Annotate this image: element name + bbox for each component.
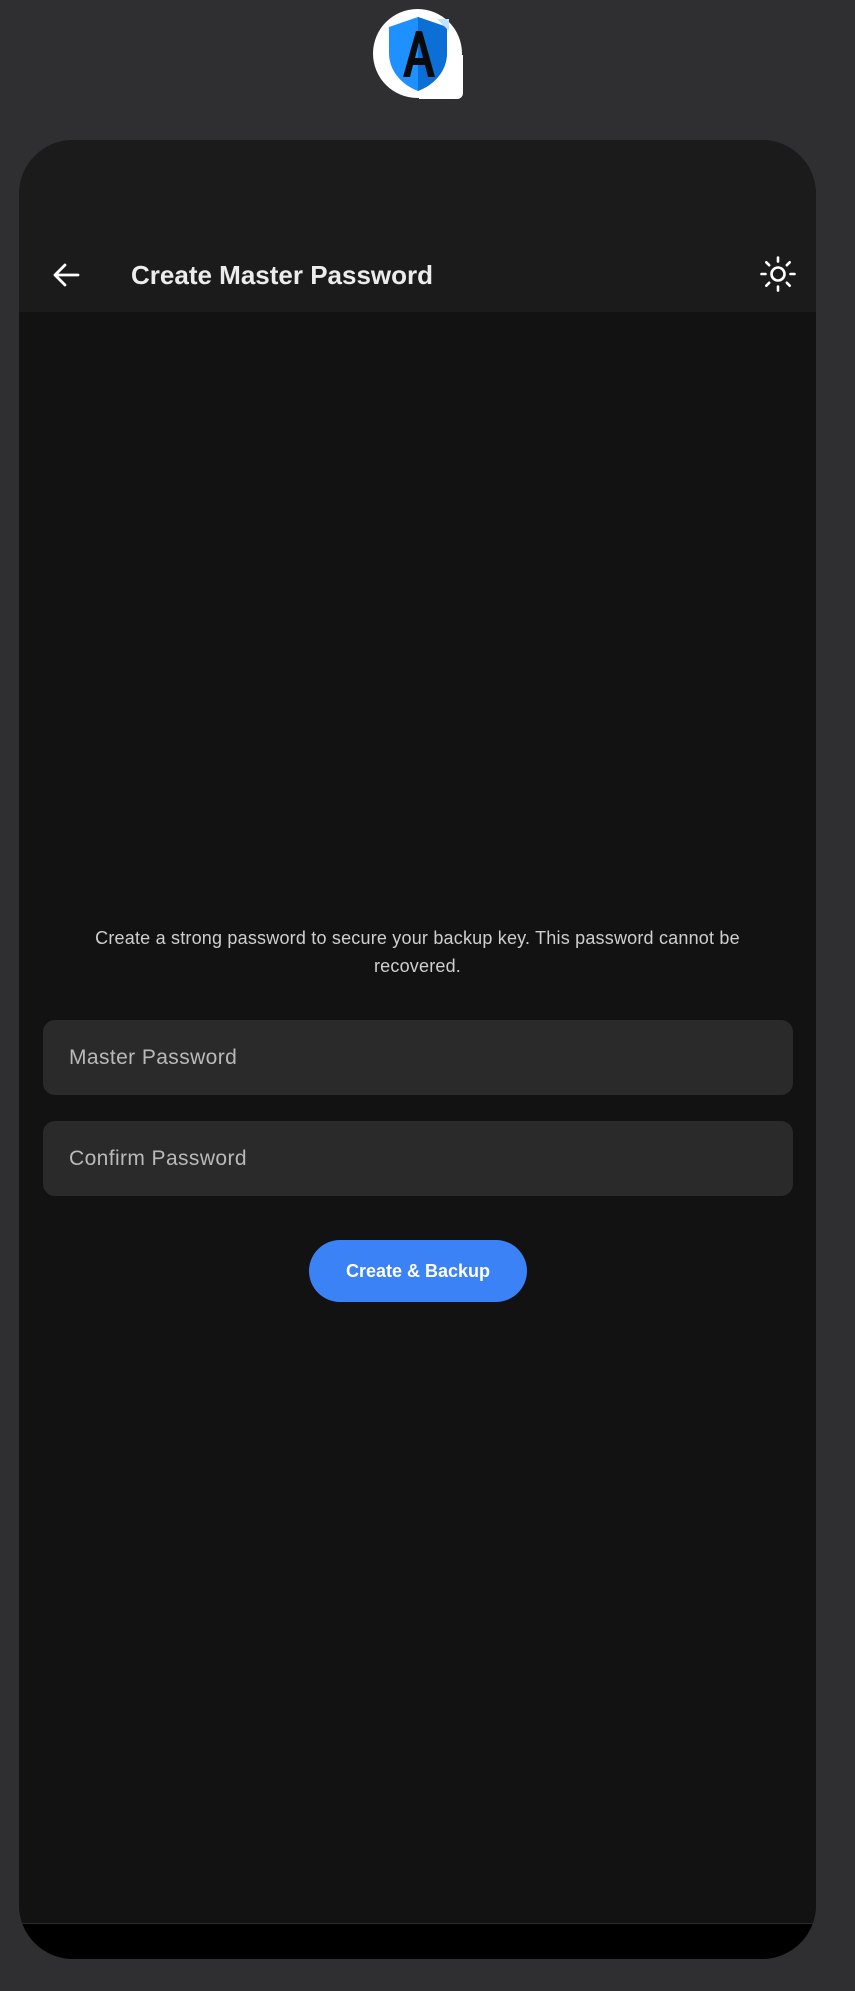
bottom-navigation-bar — [19, 1923, 816, 1959]
master-password-input[interactable] — [43, 1020, 793, 1095]
confirm-password-field[interactable] — [43, 1121, 793, 1196]
page-title: Create Master Password — [131, 260, 434, 290]
back-button[interactable] — [43, 252, 89, 298]
master-password-field[interactable] — [43, 1020, 793, 1095]
app-logo — [373, 9, 463, 99]
confirm-password-input[interactable] — [43, 1121, 793, 1196]
theme-toggle-button[interactable] — [754, 250, 802, 298]
status-bar-area — [19, 140, 816, 238]
arrow-left-icon — [53, 263, 80, 287]
main-content: Create a strong password to secure your … — [19, 312, 816, 1923]
phone-frame: Create Master Password Create a strong p… — [19, 140, 816, 1959]
app-bar: Create Master Password — [19, 238, 816, 312]
sun-icon — [760, 256, 796, 292]
create-backup-button[interactable]: Create & Backup — [309, 1240, 527, 1302]
shield-letter-a-icon — [389, 17, 449, 91]
description-text: Create a strong password to secure your … — [95, 928, 740, 976]
